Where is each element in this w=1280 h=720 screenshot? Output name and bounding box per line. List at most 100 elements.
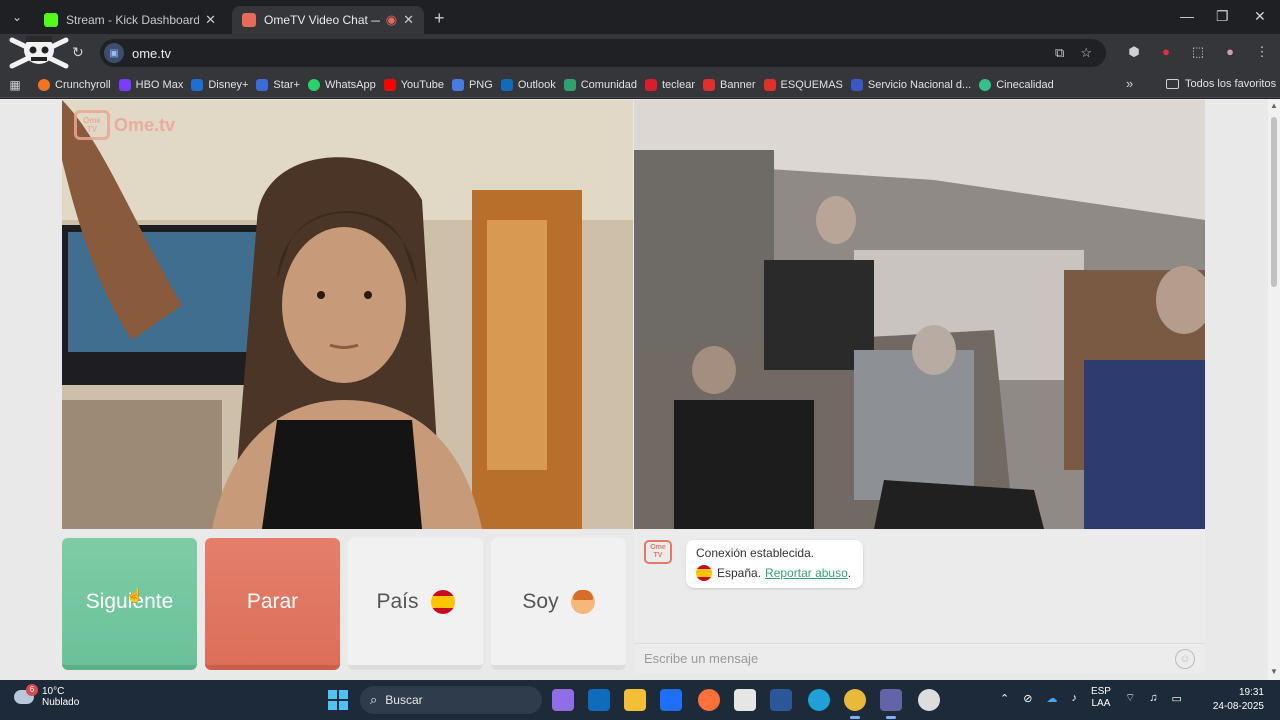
bookmark-png[interactable]: PNG: [451, 78, 493, 91]
bookmark-label: Crunchyroll: [55, 78, 111, 91]
bookmark-label: WhatsApp: [324, 78, 376, 91]
minimize-button[interactable]: —: [1180, 8, 1194, 24]
scroll-down-arrow-icon[interactable]: ▼: [1270, 667, 1278, 676]
word-icon[interactable]: [770, 689, 792, 711]
menu-kebab-icon[interactable]: ⋮: [1254, 44, 1270, 60]
extension-red-icon[interactable]: ●: [1158, 44, 1174, 60]
tab-search-chevron-icon[interactable]: ⌄: [8, 8, 26, 26]
bookmark-cinecalidad[interactable]: Cinecalidad: [979, 78, 1054, 91]
close-tab-icon[interactable]: ✕: [205, 12, 216, 28]
bookmark-disney[interactable]: Disney+: [191, 78, 248, 91]
recording-icon: ◉: [385, 12, 398, 27]
profile-avatar-icon[interactable]: ●: [1222, 44, 1238, 60]
report-abuse-link[interactable]: Reportar abuso: [765, 566, 848, 580]
message-input[interactable]: [644, 651, 1175, 666]
close-window-button[interactable]: ✕: [1254, 8, 1266, 25]
ometv-logo-text: Ome.tv: [114, 114, 176, 135]
battery-icon[interactable]: ▭: [1172, 692, 1182, 705]
windows-start-icon[interactable]: [328, 690, 348, 710]
self-video: [634, 100, 1205, 529]
bookmark-crunchyroll[interactable]: Crunchyroll: [38, 78, 111, 91]
more-bookmarks-chevron-icon[interactable]: »: [1126, 76, 1133, 91]
bookmark-teclear[interactable]: teclear: [645, 78, 695, 91]
wifi-icon[interactable]: ⌔: [1125, 691, 1135, 705]
system-tray: ⌃ ⊘ ☁ ♪ ESP LAA ⌔ ♫ ▭: [1000, 686, 1182, 710]
bookmark-servicio-nacional[interactable]: Servicio Nacional d...: [850, 78, 972, 91]
bookmark-hbo-max[interactable]: HBO Max: [118, 78, 183, 91]
chrome-icon[interactable]: [844, 689, 866, 719]
file-explorer-icon[interactable]: [624, 689, 646, 711]
url-text[interactable]: ome.tv: [132, 46, 1055, 61]
mouse-cursor-icon: ☝: [126, 587, 144, 603]
extensions-puzzle-icon[interactable]: ⬚: [1190, 44, 1206, 60]
teams-icon[interactable]: [880, 689, 902, 719]
camera-off-icon[interactable]: ⊘: [1023, 692, 1032, 705]
extension-icon[interactable]: ⬢: [1126, 44, 1142, 60]
esquemas-icon: [763, 78, 776, 91]
bookmark-label: Servicio Nacional d...: [867, 78, 972, 91]
kick-favicon-icon: [44, 13, 58, 27]
install-app-icon[interactable]: ⧉: [1055, 45, 1064, 61]
spain-flag-icon: [430, 589, 455, 614]
microphone-icon[interactable]: ♪: [1071, 692, 1077, 704]
amazon-icon[interactable]: [734, 689, 756, 711]
address-bar[interactable]: ▣ ome.tv ⧉ ☆: [100, 39, 1106, 67]
bookmark-esquemas[interactable]: ESQUEMAS: [763, 78, 843, 91]
outlook-icon[interactable]: [588, 689, 610, 711]
stranger-country-text: España.: [717, 566, 762, 580]
bookmark-whatsapp[interactable]: WhatsApp: [307, 78, 376, 91]
firefox-icon[interactable]: [698, 689, 720, 711]
maximize-button[interactable]: ❐: [1216, 8, 1229, 25]
hbo-max-icon: [118, 78, 131, 91]
emoji-icon[interactable]: ☺: [1175, 648, 1195, 669]
dropbox-icon[interactable]: [660, 689, 682, 711]
edge-icon[interactable]: [808, 689, 830, 711]
input-language[interactable]: ESP LAA: [1091, 686, 1111, 710]
country-filter-button[interactable]: País: [348, 538, 483, 670]
reload-icon[interactable]: ↻: [72, 44, 84, 61]
bookmark-star-icon[interactable]: ☆: [1080, 45, 1092, 61]
taskbar-search[interactable]: ⌕ Buscar: [360, 686, 542, 714]
stop-button-label: Parar: [246, 589, 299, 613]
cinecalidad-icon: [979, 78, 992, 91]
page-scrollbar[interactable]: ▲ ▼: [1268, 99, 1280, 680]
taskbar-clock[interactable]: 19:31 24-08-2025: [1206, 686, 1264, 714]
system-message-bubble: Conexión establecida. España. Reportar a…: [686, 540, 863, 588]
scrollbar-thumb[interactable]: [1271, 117, 1277, 287]
apps-grid-icon[interactable]: ▦: [0, 78, 30, 92]
teclear-icon: [645, 78, 657, 91]
country-button-label: País: [376, 589, 419, 613]
show-hidden-icons-chevron-icon[interactable]: ⌃: [1000, 692, 1009, 705]
ometv-favicon-icon: [242, 13, 256, 27]
bookmark-banner[interactable]: Banner: [703, 78, 756, 91]
tab-kick-dashboard[interactable]: Stream - Kick Dashboard ✕: [34, 6, 226, 34]
pirate-skull-logo-icon[interactable]: [6, 32, 72, 72]
bookmark-outlook[interactable]: Outlook: [500, 78, 556, 91]
volume-icon[interactable]: ♫: [1149, 692, 1157, 704]
weather-widget[interactable]: 6 10°C Nublado: [14, 684, 80, 708]
spain-flag-icon: [696, 565, 712, 581]
copilot-icon[interactable]: [552, 689, 574, 711]
all-favorites-folder[interactable]: Todos los favoritos: [1166, 78, 1276, 90]
favorites-label: Todos los favoritos: [1185, 78, 1277, 90]
folder-icon: [1166, 79, 1179, 89]
scroll-up-arrow-icon[interactable]: ▲: [1270, 101, 1278, 110]
close-tab-icon[interactable]: ✕: [403, 12, 414, 28]
disney-icon: [191, 78, 204, 91]
new-tab-button[interactable]: +: [434, 8, 445, 29]
gender-select-button[interactable]: Soy: [491, 538, 626, 670]
app-icon[interactable]: [918, 689, 940, 711]
weather-description: Nublado: [42, 697, 80, 708]
tab-ometv[interactable]: OmeTV Video Chat — Ome ◉ ✕: [232, 6, 424, 34]
language-code: ESP: [1090, 686, 1111, 697]
keyboard-layout: LAA: [1091, 698, 1111, 709]
stop-button[interactable]: Parar: [205, 538, 340, 670]
bookmark-youtube[interactable]: YouTube: [383, 78, 444, 91]
ometv-logo-box-icon: Ome TV: [74, 110, 110, 140]
cloud-weather-icon: 6: [14, 684, 38, 704]
onedrive-cloud-icon[interactable]: ☁: [1046, 692, 1057, 705]
bookmark-comunidad[interactable]: Comunidad: [563, 78, 637, 91]
next-button[interactable]: Siguiente: [62, 538, 197, 670]
site-info-icon[interactable]: ▣: [104, 43, 124, 63]
bookmark-star-plus[interactable]: Star+: [256, 78, 300, 91]
